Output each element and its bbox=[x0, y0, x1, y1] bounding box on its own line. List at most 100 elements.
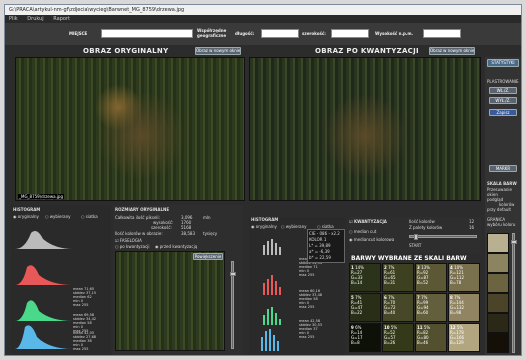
menu-drukuj[interactable]: Drukuj bbox=[27, 16, 43, 22]
quant-slider-knob[interactable] bbox=[414, 234, 418, 240]
plastrowanie-label: PLASTROWANIE bbox=[487, 79, 519, 84]
color-cell-1[interactable]: 1 14% R=27 G=33 B=14 bbox=[349, 263, 381, 292]
original-image[interactable]: _MG_8759\drzewa.jpg bbox=[15, 57, 245, 201]
longitude-input[interactable] bbox=[261, 29, 299, 38]
color-cell-5[interactable]: 5 7% R=41 G=47 B=22 bbox=[349, 293, 381, 322]
color-cell-7[interactable]: 7 7% R=99 G=94 B=60 bbox=[415, 293, 447, 322]
original-header: OBRAZ ORYGINALNY bbox=[83, 47, 169, 55]
s3-max-label: max bbox=[73, 347, 81, 351]
save-button[interactable]: Zapisz bbox=[489, 109, 517, 116]
h2s3-max-label: max bbox=[299, 335, 307, 339]
count-label: Ilość kolorów bbox=[409, 219, 435, 224]
scale-swatch[interactable] bbox=[487, 333, 509, 353]
hist2-gray bbox=[263, 239, 281, 255]
wl-z-button[interactable]: WŁ./Z. bbox=[489, 87, 517, 94]
s1-median-value: 62 bbox=[87, 295, 92, 299]
h2s3-median-value: 37 bbox=[313, 327, 318, 331]
color-cell-6[interactable]: 6 7% R=70 G=72 B=40 bbox=[382, 293, 414, 322]
scale-swatch[interactable] bbox=[487, 273, 509, 293]
s3-max: max 255 bbox=[73, 347, 96, 351]
quantized-header: OBRAZ PO KWANTYZACJI bbox=[315, 47, 419, 55]
color-cell-8[interactable]: 8 7% R=144 G=132 B=98 bbox=[448, 293, 480, 322]
scale-swatch[interactable] bbox=[487, 253, 509, 273]
barwy-title: BARWY WYBRANE ZE SKALI BARW bbox=[351, 255, 467, 262]
opt-median-cut-label: median cut bbox=[353, 229, 377, 234]
zoom-slider[interactable] bbox=[230, 261, 236, 349]
altitude-input[interactable] bbox=[423, 29, 461, 38]
color-cell-9[interactable]: 9 6% R=14 G=17 B=8 bbox=[349, 323, 381, 352]
hist2-blue bbox=[261, 329, 279, 351]
wyl-z-button[interactable]: WYŁ./Z. bbox=[489, 97, 517, 104]
menu-plik[interactable]: Plik bbox=[9, 16, 18, 22]
colors-unit: tysięcy bbox=[203, 231, 218, 236]
hist-opt-original-label: oryginalny bbox=[17, 214, 39, 219]
color-cell-10[interactable]: 10 5% R=52 G=57 B=26 bbox=[382, 323, 414, 352]
hist2-opt-original-label: oryginalny bbox=[255, 224, 277, 229]
quant-panel: ☑ KWANTYZACJA Ilość kolorów 12 Z palety … bbox=[349, 217, 481, 253]
fasel-opt-before-label: przed kwantyzacją bbox=[159, 244, 198, 249]
skala-defaults: przy default bbox=[487, 207, 511, 212]
fasel-checkbox[interactable]: ☑ FASELOGIA bbox=[115, 238, 142, 243]
h2s2-max-label: max bbox=[299, 305, 307, 309]
zoom-button[interactable]: Powiększenie bbox=[193, 253, 223, 260]
histogram-panel: HISTOGRAM ◉ oryginalny ○ wybierany ○ sia… bbox=[11, 205, 111, 355]
quant-slider[interactable] bbox=[409, 234, 477, 240]
hist-green bbox=[15, 300, 73, 321]
hist-opt-original[interactable]: ◉ oryginalny bbox=[13, 214, 39, 219]
stats2-green: mean 60,16 stddev 33,48 median 58 min 0 max … bbox=[299, 289, 322, 309]
opt-median-color[interactable]: ◉ mediancut kolorowa bbox=[349, 237, 394, 242]
hist-opt-selected-label: wybierany bbox=[49, 214, 71, 219]
quant-checkbox[interactable]: ☑ KWANTYZACJA bbox=[349, 219, 387, 224]
hist-opt-selected[interactable]: ○ wybierany bbox=[45, 214, 71, 219]
hist2-opt-selected-label: wybierany bbox=[285, 224, 307, 229]
fasel-label: FASELOGIA bbox=[119, 238, 142, 243]
cell-b: B=98 bbox=[450, 310, 462, 315]
scale-slider-knob[interactable] bbox=[511, 240, 517, 244]
scale-swatch[interactable] bbox=[487, 313, 509, 333]
fasel-opt-before[interactable]: ◉ przed kwantyzacją bbox=[155, 244, 197, 249]
statistics-button[interactable]: STATYSTYKI bbox=[487, 59, 519, 67]
hist2-opt-selected[interactable]: ○ wybierany bbox=[281, 224, 307, 229]
zoom-slider-knob[interactable] bbox=[230, 272, 236, 276]
scale-swatch[interactable] bbox=[487, 233, 509, 253]
image-caption: _MG_8759\drzewa.jpg bbox=[18, 194, 65, 199]
quant-title: KWANTYZACJA bbox=[353, 219, 387, 224]
colors-label: Ilość kolorów w obrazie: bbox=[115, 231, 163, 236]
s1-max: max 255 bbox=[73, 303, 96, 307]
cell-b: B=52 bbox=[417, 280, 429, 285]
hist-opt-grid-label: siatka bbox=[85, 214, 98, 219]
color-cell-11[interactable]: 11 5% R=82 G=80 B=46 bbox=[415, 323, 447, 352]
open-original-button[interactable]: Obraz w nowym oknie bbox=[195, 47, 241, 55]
opt-median-cut[interactable]: ○ median cut bbox=[349, 229, 376, 234]
width-value: 5168 bbox=[181, 225, 192, 230]
cell-b: B=14 bbox=[351, 280, 363, 285]
cie-panel: CIE - 086 - x2.2 KOLOR 1 L* = 39,89 a* =… bbox=[307, 229, 345, 263]
quantized-image[interactable] bbox=[249, 57, 481, 201]
cie-title: CIE - 086 - x2.2 bbox=[309, 231, 340, 236]
hist2-opt-original[interactable]: ◉ oryginalny bbox=[251, 224, 277, 229]
stats-blue: mean 42,05 stddev 27,68 median 36 min 0 max … bbox=[73, 331, 96, 351]
latitude-input[interactable] bbox=[331, 29, 369, 38]
scale-slider[interactable] bbox=[511, 233, 517, 353]
zoom-preview[interactable] bbox=[115, 251, 225, 351]
fasel-opt-after-label: po kwantyzacji bbox=[119, 244, 150, 249]
hist-gray bbox=[15, 231, 73, 249]
scale-swatch[interactable] bbox=[487, 293, 509, 313]
hist2-red bbox=[263, 275, 281, 295]
color-cell-3[interactable]: 3 13% R=92 G=87 B=52 bbox=[415, 263, 447, 292]
marker-button[interactable]: MARKR bbox=[489, 165, 517, 172]
cell-b: B=26 bbox=[384, 340, 396, 345]
open-quantized-button[interactable]: Obraz w nowym oknie bbox=[429, 47, 475, 55]
hist-opt-grid[interactable]: ○ siatka bbox=[81, 214, 98, 219]
menu-raport[interactable]: Raport bbox=[53, 16, 70, 22]
s3-median-value: 36 bbox=[87, 339, 92, 343]
color-cell-2[interactable]: 2 7% R=61 G=65 B=31 bbox=[382, 263, 414, 292]
colors-value: 38,583 bbox=[181, 231, 195, 236]
color-cell-12[interactable]: 12 5% R=178 G=166 B=129 bbox=[448, 323, 480, 352]
color-cell-4[interactable]: 4 10% R=121 G=112 B=78 bbox=[448, 263, 480, 292]
color-scale[interactable] bbox=[487, 233, 509, 353]
miejsce-input[interactable] bbox=[101, 29, 193, 38]
fasel-opt-after[interactable]: ○ po kwantyzacji bbox=[115, 244, 150, 249]
h2s2-max: max 255 bbox=[299, 305, 322, 309]
skala-title: SKALA BARW bbox=[487, 181, 517, 186]
